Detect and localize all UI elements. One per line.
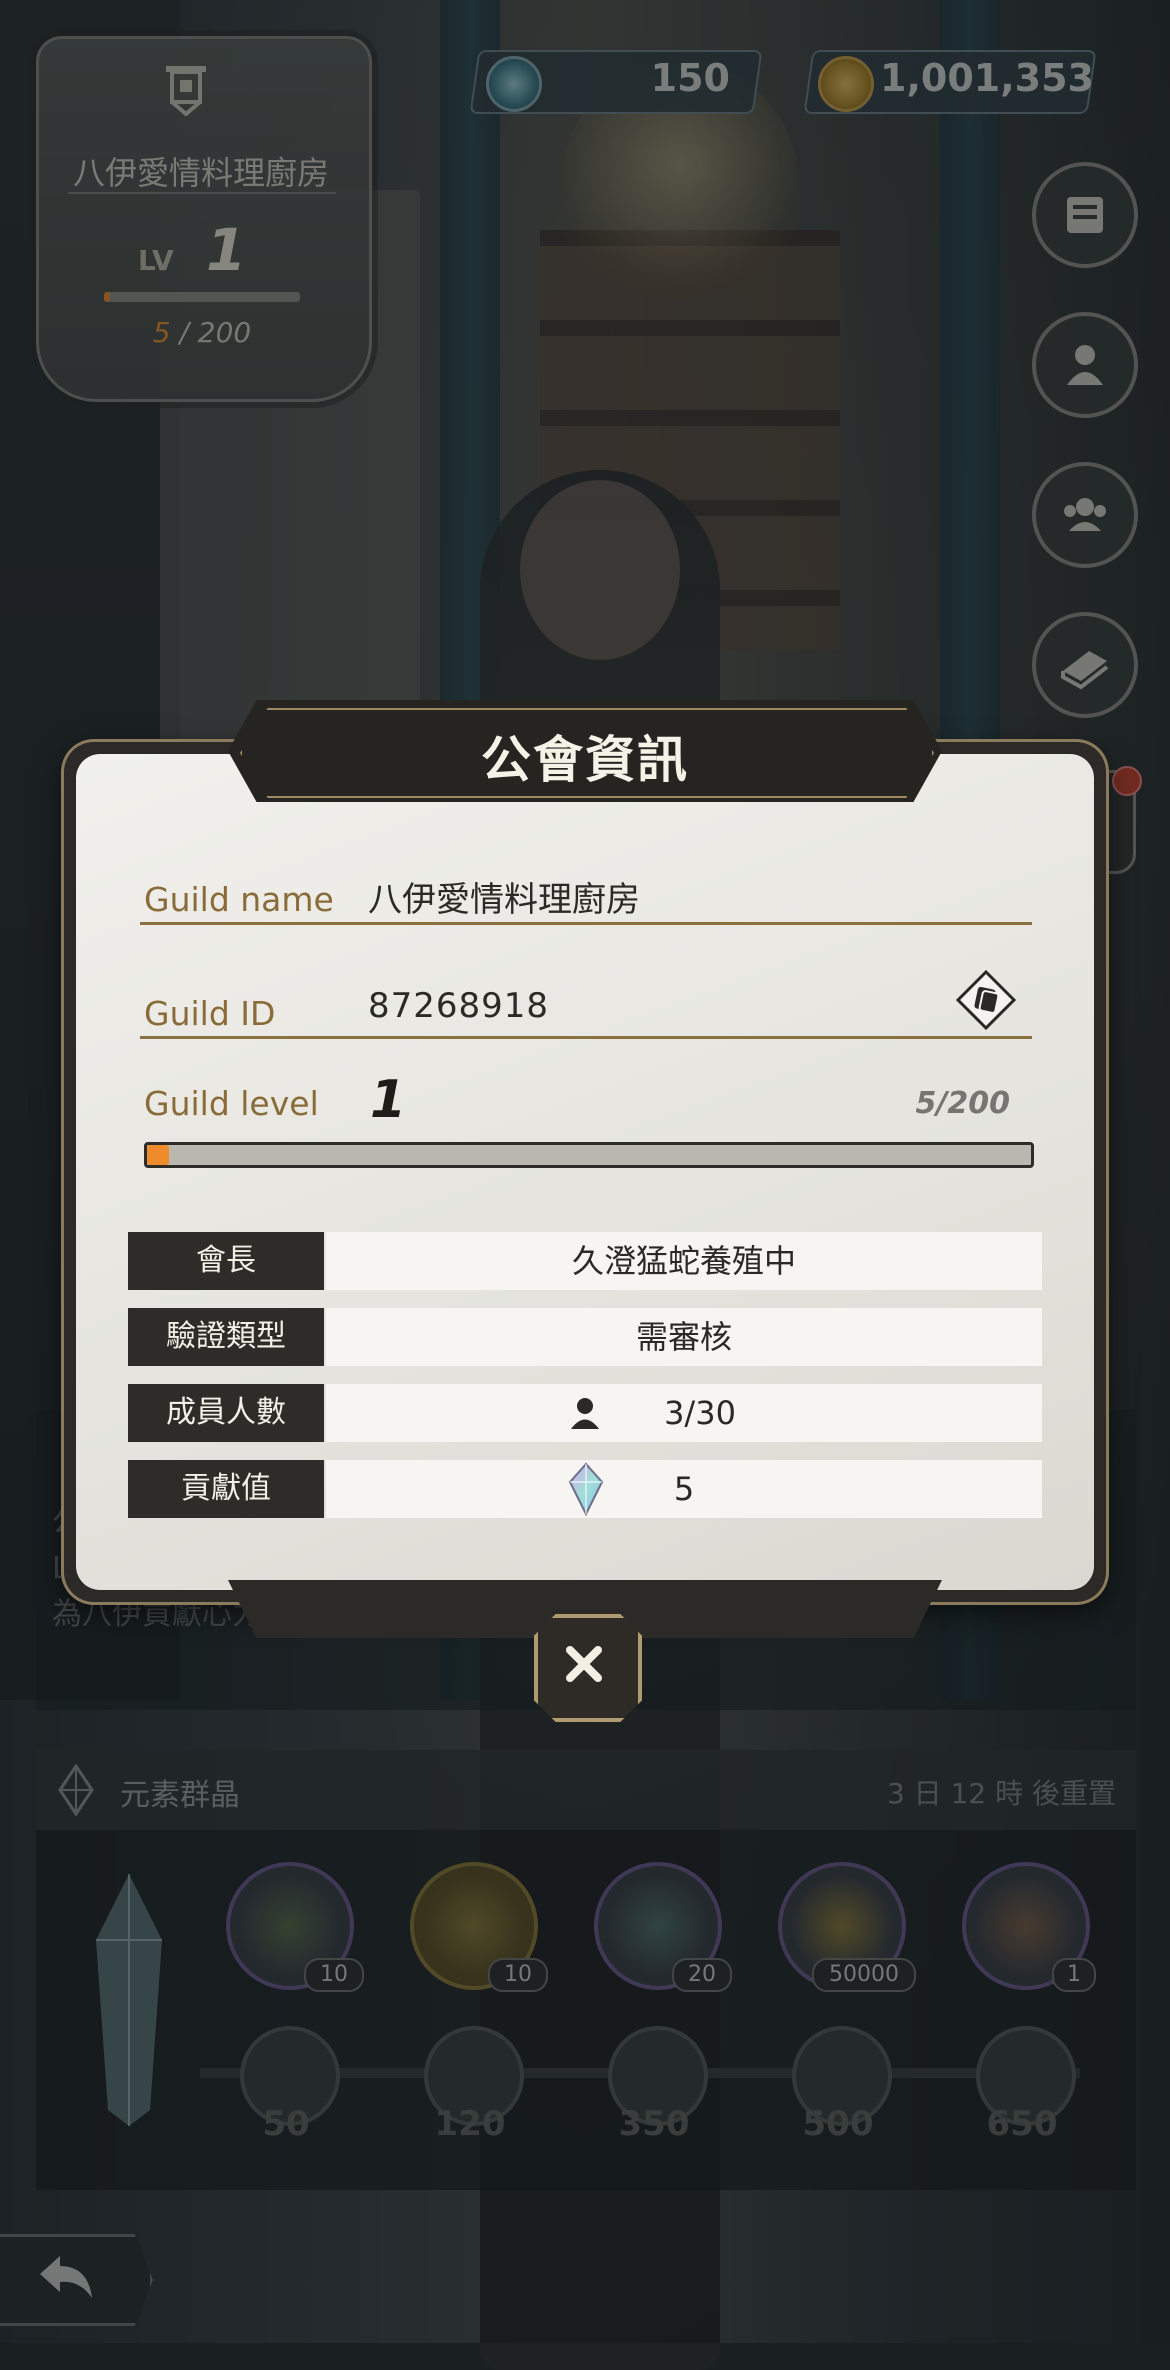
copy-id-button[interactable] xyxy=(956,970,1016,1030)
member-count-label: 成員人數 xyxy=(128,1384,324,1442)
leader-value: 久澄猛蛇養殖中 xyxy=(326,1232,1042,1290)
person-icon xyxy=(571,1398,599,1429)
guild-name-value: 八伊愛情料理廚房 xyxy=(368,880,640,920)
crystal-gem-icon xyxy=(568,1462,604,1516)
guild-level-label: Guild level xyxy=(144,1084,319,1123)
guild-level-progress-text: 5/200 xyxy=(915,1086,1010,1121)
leader-label: 會長 xyxy=(128,1232,324,1290)
guild-id-label: Guild ID xyxy=(144,994,276,1033)
guild-level-progress-fill xyxy=(147,1145,169,1165)
guild-name-label: Guild name xyxy=(144,880,334,919)
field-underline xyxy=(140,922,1032,925)
contribution-label: 貢獻值 xyxy=(128,1460,324,1518)
verification-type-value: 需審核 xyxy=(326,1308,1042,1366)
dialog-title: 公會資訊 xyxy=(481,731,689,789)
close-icon xyxy=(566,1646,602,1682)
member-count-value: 3/30 xyxy=(664,1394,736,1432)
verification-type-label: 驗證類型 xyxy=(128,1308,324,1366)
field-underline xyxy=(140,1036,1032,1039)
copy-icon xyxy=(956,970,1016,1030)
guild-level-value: 1 xyxy=(370,1070,407,1130)
guild-id-value: 87268918 xyxy=(368,986,550,1026)
contribution-value: 5 xyxy=(673,1470,695,1508)
guild-level-progress-bar xyxy=(144,1142,1034,1168)
